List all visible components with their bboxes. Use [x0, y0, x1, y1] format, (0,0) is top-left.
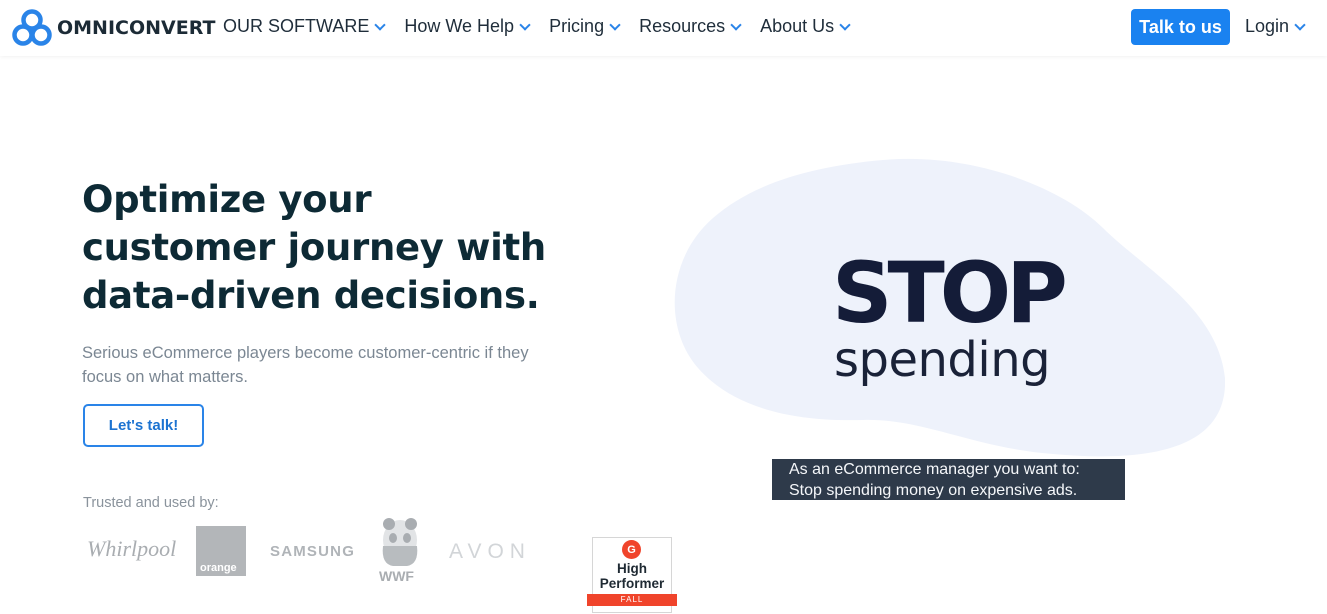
- chevron-down-icon: [839, 18, 851, 31]
- page: OMNICONVERT OUR SOFTWARE How We Help Pri…: [0, 0, 1327, 614]
- badge-season-ribbon: FALL: [587, 594, 677, 606]
- g2-high-performer-badge: G High Performer FALL: [587, 537, 677, 614]
- main-nav: OUR SOFTWARE How We Help Pricing Resourc…: [223, 16, 869, 37]
- login-menu[interactable]: Login: [1245, 16, 1306, 37]
- caption-line1: As an eCommerce manager you want to:: [789, 461, 1080, 478]
- nav-item-how-we-help[interactable]: How We Help: [404, 16, 531, 37]
- video-stop-text: STOP: [832, 244, 1068, 342]
- nav-item-label: Resources: [639, 16, 726, 36]
- site-header: OMNICONVERT OUR SOFTWARE How We Help Pri…: [0, 0, 1327, 56]
- hero-subtext: Serious eCommerce players become custome…: [82, 344, 529, 386]
- badge-title-line1: High: [617, 561, 647, 576]
- chevron-down-icon: [730, 18, 742, 31]
- nav-item-label: OUR SOFTWARE: [223, 16, 370, 36]
- wwf-logo: WWF: [377, 516, 423, 586]
- video-spending-text: spending: [834, 332, 1051, 388]
- badge-title-line2: Performer: [599, 576, 665, 591]
- chevron-down-icon: [374, 18, 387, 31]
- avon-logo: AVON: [449, 540, 531, 563]
- wwf-logo-text: WWF: [379, 568, 414, 584]
- nav-item-label: How We Help: [404, 16, 515, 36]
- logo[interactable]: OMNICONVERT: [12, 8, 215, 48]
- nav-item-our-software[interactable]: OUR SOFTWARE: [223, 16, 387, 37]
- omniconvert-logo-icon: [12, 9, 52, 46]
- nav-item-about-us[interactable]: About Us: [760, 16, 851, 37]
- login-label: Login: [1245, 16, 1290, 36]
- chevron-down-icon: [1294, 18, 1306, 31]
- nav-item-label: About Us: [760, 16, 835, 36]
- talk-to-us-button[interactable]: Talk to us: [1131, 9, 1230, 45]
- samsung-logo: SAMSUNG: [270, 543, 356, 560]
- lets-talk-button[interactable]: Let's talk!: [83, 404, 204, 447]
- nav-item-label: Pricing: [549, 16, 605, 36]
- trusted-label: Trusted and used by:: [83, 495, 219, 511]
- chevron-down-icon: [519, 18, 531, 31]
- logo-text: OMNICONVERT: [57, 17, 216, 39]
- nav-item-resources[interactable]: Resources: [639, 16, 742, 37]
- hero-headline: Optimize your customer journey with data…: [82, 178, 546, 317]
- orange-logo-text: orange: [200, 562, 237, 574]
- nav-item-pricing[interactable]: Pricing: [549, 16, 621, 37]
- badge-title: High Performer: [590, 561, 674, 591]
- g2-logo-icon: G: [622, 540, 641, 559]
- whirlpool-logo: Whirlpool: [87, 536, 177, 561]
- chevron-down-icon: [609, 18, 621, 31]
- caption-line2: Stop spending money on expensive ads.: [789, 482, 1078, 499]
- video-caption: As an eCommerce manager you want to: Sto…: [772, 459, 1125, 500]
- orange-logo: orange: [196, 526, 246, 576]
